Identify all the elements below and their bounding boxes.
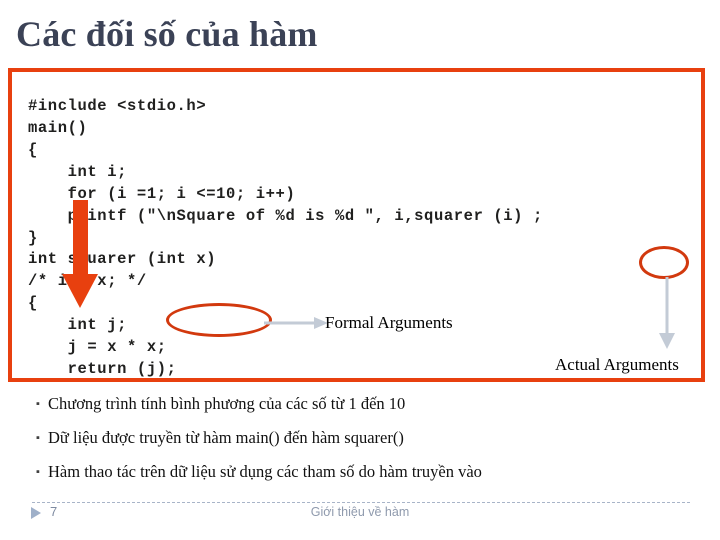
list-item-label: Chương trình tính bình phương của các số…	[48, 394, 406, 413]
highlight-ellipse-actual-arguments	[639, 246, 689, 279]
bullet-square-icon: ▪	[36, 398, 40, 410]
footer-caption: Giới thiệu về hàm	[310, 505, 410, 519]
page-title: Các đối số của hàm	[16, 14, 318, 54]
footer-divider	[32, 502, 690, 503]
connector-arrow-formal-icon	[264, 317, 328, 329]
code-block-main: #include <stdio.h> main() { int i; for (…	[28, 96, 543, 247]
slide: Các đối số của hàm #include <stdio.h> ma…	[0, 0, 720, 540]
bullet-square-icon: ▪	[36, 466, 40, 478]
list-item: ▪ Hàm thao tác trên dữ liệu sử dụng các …	[36, 461, 686, 495]
bullet-square-icon: ▪	[36, 432, 40, 444]
list-item: ▪ Chương trình tính bình phương của các …	[36, 393, 686, 427]
connector-arrow-actual-icon	[659, 277, 675, 349]
list-item: ▪ Dữ liệu được truyền từ hàm main() đến …	[36, 427, 686, 461]
highlight-ellipse-formal-arguments	[166, 303, 272, 337]
code-figure: #include <stdio.h> main() { int i; for (…	[8, 68, 705, 382]
list-item-label: Hàm thao tác trên dữ liệu sử dụng các th…	[48, 462, 482, 481]
list-item-label: Dữ liệu được truyền từ hàm main() đến hà…	[48, 428, 404, 447]
callout-label-actual-arguments: Actual Arguments	[555, 355, 679, 374]
callout-label-formal-arguments: Formal Arguments	[325, 313, 453, 332]
bullet-list: ▪ Chương trình tính bình phương của các …	[36, 393, 686, 495]
